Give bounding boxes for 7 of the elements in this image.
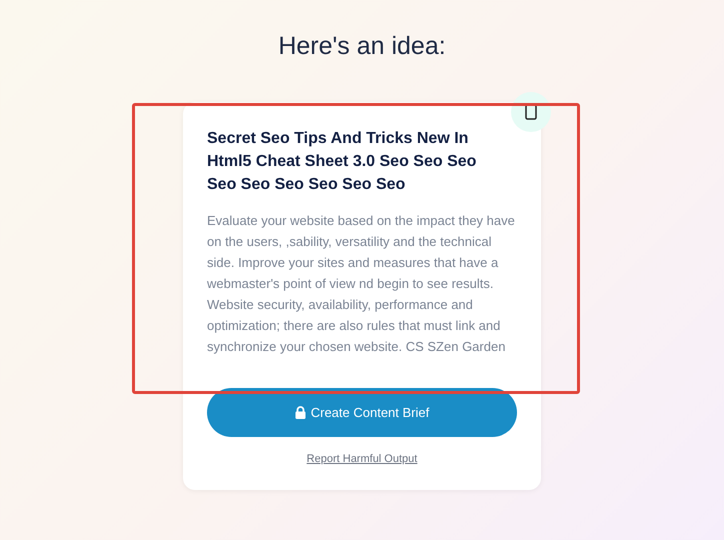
card-body: Evaluate your website based on the impact they have on the users, ,sability, versatility and the technical side. Improve your sites and measures that have a webmaster's point of view nd begin to see results. Website security, availability, performance and optimization; there are also rules that must link and synchronize your chosen website. CS SZen Garden — [207, 212, 516, 356]
card-title: Secret Seo Tips And Tricks New In Html5 Cheat Sheet 3.0 Seo Seo Seo Seo Seo Seo Seo Seo Seo — [207, 129, 478, 195]
report-link[interactable]: Report Harmful Output — [306, 451, 418, 468]
copy-icon — [525, 104, 537, 120]
page-heading: Here's an idea: — [278, 31, 446, 61]
lock-icon — [294, 406, 306, 419]
create-brief-button[interactable]: Create Content Brief — [207, 388, 517, 437]
